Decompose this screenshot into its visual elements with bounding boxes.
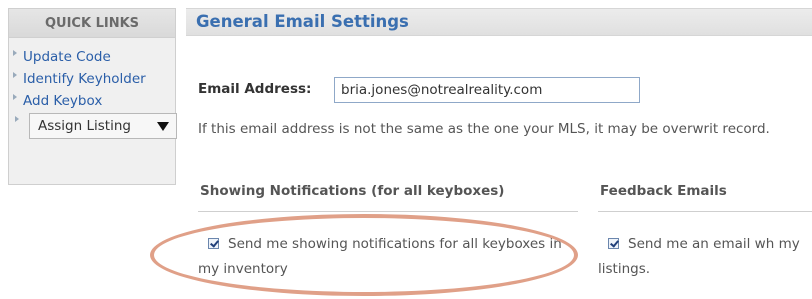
showing-notifications-text: Send me showing notifications for all ke… <box>198 236 562 277</box>
showing-notifications-heading: Showing Notifications (for all keyboxes) <box>200 183 505 199</box>
email-address-field[interactable] <box>334 77 640 103</box>
dropdown-value: Assign Listing <box>38 118 131 134</box>
feedback-emails-heading: Feedback Emails <box>600 183 727 199</box>
showing-notifications-option: Send me showing notifications for all ke… <box>198 232 568 282</box>
page-title: General Email Settings <box>196 12 409 31</box>
bullet-icon <box>13 50 17 56</box>
feedback-emails-checkbox[interactable] <box>608 238 619 249</box>
email-note: If this email address is not the same as… <box>198 121 770 137</box>
quick-link-label: Update Code <box>23 49 111 65</box>
divider <box>198 211 578 212</box>
quick-link-label: Add Keybox <box>23 93 103 109</box>
feedback-emails-option: Send me an email wh my listings. <box>598 232 808 282</box>
divider <box>598 211 812 212</box>
bullet-icon <box>13 94 17 100</box>
quick-links-panel: QUICK LINKS Update Code Identify Keyhold… <box>8 8 177 185</box>
quick-link-add-keybox[interactable]: Add Keybox <box>11 90 175 112</box>
bullet-icon <box>13 72 17 78</box>
quick-link-identify-keyholder[interactable]: Identify Keyholder <box>11 68 175 90</box>
quick-links-list: Update Code Identify Keyholder Add Keybo… <box>9 38 177 142</box>
assign-listing-dropdown[interactable]: Assign Listing <box>29 113 177 139</box>
quick-link-select-row: Assign Listing <box>11 112 177 142</box>
showing-notifications-checkbox[interactable] <box>208 238 219 249</box>
feedback-emails-text: Send me an email wh my listings. <box>598 236 800 277</box>
quick-links-title: QUICK LINKS <box>9 9 175 38</box>
section-header: General Email Settings <box>186 8 812 36</box>
quick-link-update-code[interactable]: Update Code <box>11 46 175 68</box>
email-address-label: Email Address: <box>198 81 312 97</box>
quick-link-label: Identify Keyholder <box>23 71 146 87</box>
bullet-icon <box>15 116 19 122</box>
chevron-down-icon <box>157 122 169 131</box>
